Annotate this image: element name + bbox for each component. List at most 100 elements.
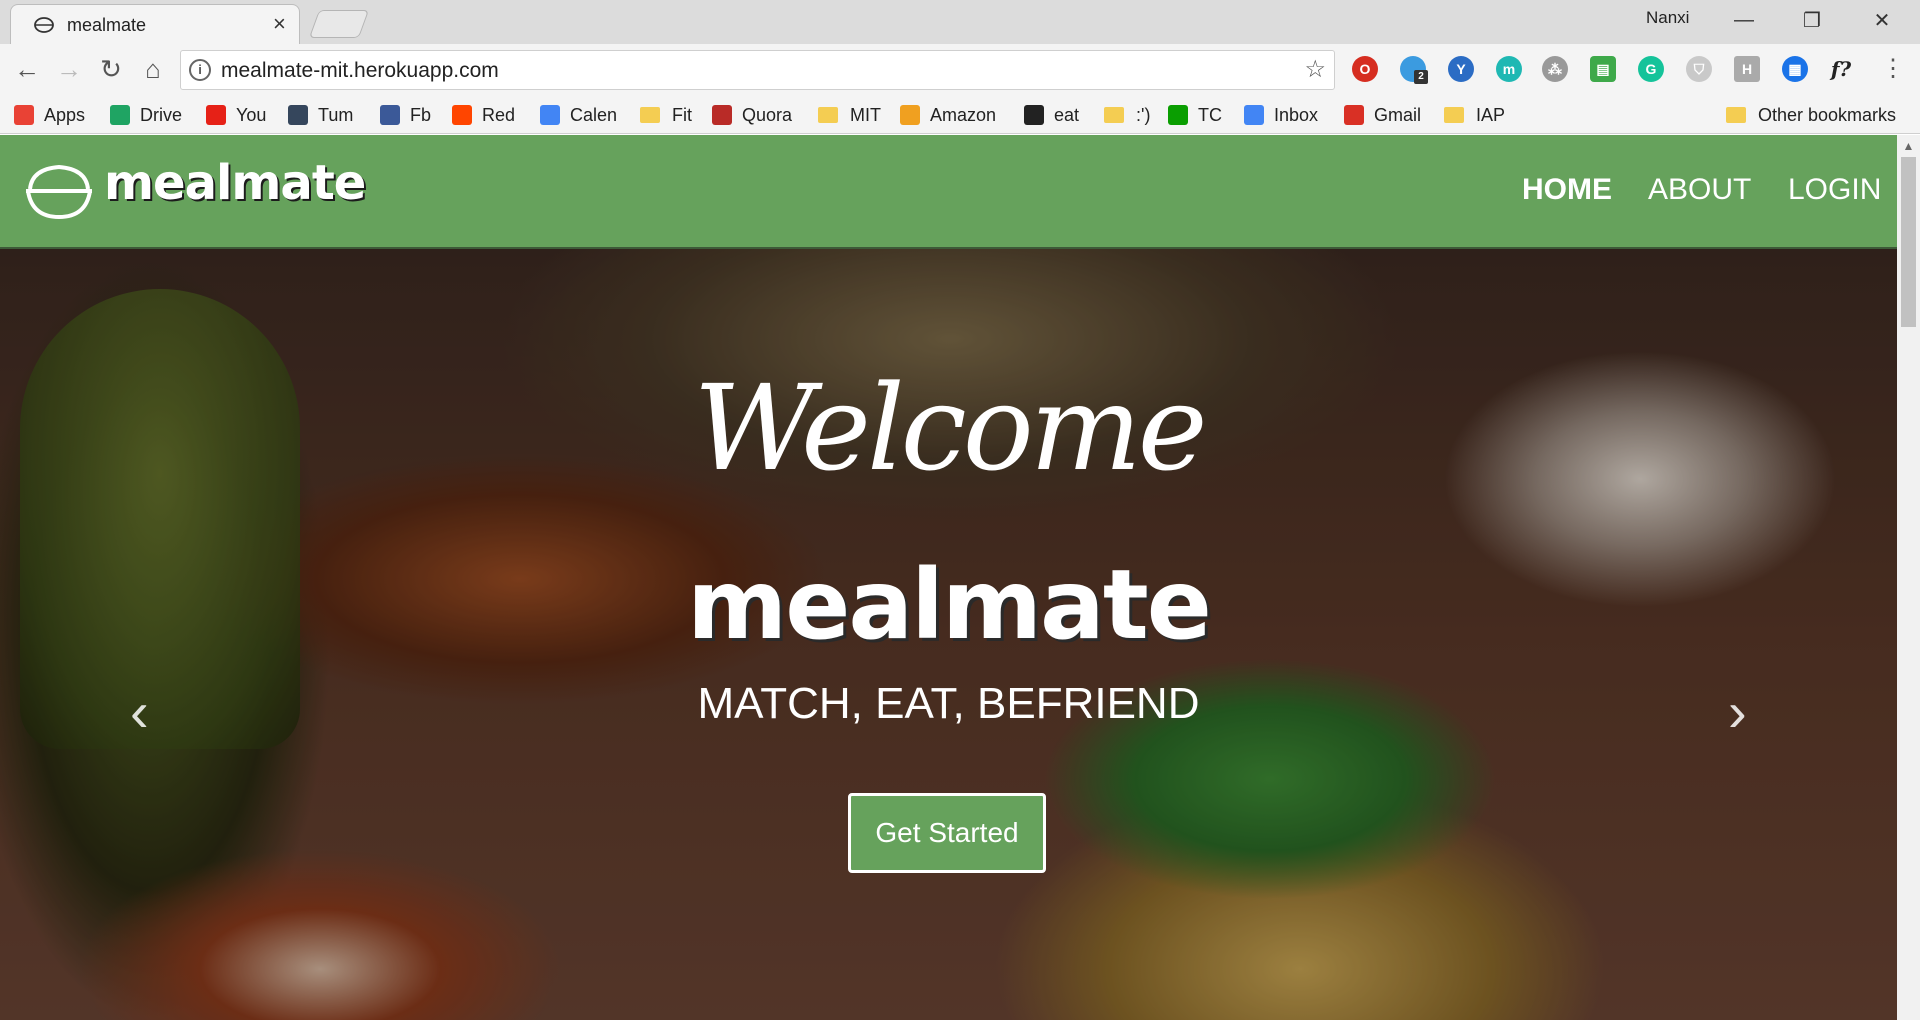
bookmark-item[interactable]: Apps bbox=[14, 102, 85, 128]
bookmark-label: Fit bbox=[672, 104, 692, 125]
forward-icon[interactable]: → bbox=[52, 54, 86, 85]
bowl-logo-icon[interactable] bbox=[22, 159, 96, 223]
close-window-icon[interactable]: ✕ bbox=[1852, 0, 1912, 40]
print-extension-icon[interactable]: ▤ bbox=[1590, 56, 1616, 82]
menu-dots-icon[interactable]: ⋮ bbox=[1876, 54, 1910, 83]
bookmark-label: eat bbox=[1054, 104, 1080, 125]
address-bar[interactable]: i mealmate-mit.herokuapp.com ☆ bbox=[180, 50, 1335, 90]
folder-icon bbox=[640, 107, 660, 123]
bookmark-item[interactable]: You bbox=[206, 102, 266, 128]
bookmark-item[interactable]: Fb bbox=[380, 102, 431, 128]
tab-title: mealmate bbox=[67, 15, 147, 35]
back-icon[interactable]: ← bbox=[10, 54, 44, 85]
quora-icon bbox=[712, 105, 732, 125]
gmail-icon bbox=[1344, 105, 1364, 125]
fork-knife-icon bbox=[1024, 105, 1044, 125]
nav-about[interactable]: ABOUT bbox=[1648, 173, 1751, 207]
reddit-icon bbox=[452, 105, 472, 125]
bookmark-label: Apps bbox=[44, 104, 86, 125]
bookmark-label: Gmail bbox=[1374, 104, 1422, 125]
folder-icon bbox=[1444, 107, 1464, 123]
bookmark-label: Tum bbox=[318, 104, 354, 125]
calendar-icon bbox=[540, 105, 560, 125]
bookmark-label: :') bbox=[1136, 104, 1151, 125]
bookmark-star-icon[interactable]: ☆ bbox=[1304, 55, 1326, 84]
profile-name[interactable]: Nanxi bbox=[1646, 8, 1689, 28]
bookmark-label: Red bbox=[482, 104, 516, 125]
bookmark-item[interactable]: IAP bbox=[1444, 102, 1505, 128]
bookmark-label: Amazon bbox=[930, 104, 997, 125]
shield-extension-icon[interactable]: ⛉ bbox=[1686, 56, 1712, 82]
font-extension-icon[interactable]: f? bbox=[1828, 56, 1854, 82]
bookmark-label: You bbox=[236, 104, 267, 125]
other-bookmarks[interactable]: Other bookmarks bbox=[1726, 102, 1896, 128]
bookmark-item[interactable]: Fit bbox=[640, 102, 692, 128]
hero-tagline: MATCH, EAT, BEFRIEND bbox=[697, 679, 1200, 728]
nav-home[interactable]: HOME bbox=[1522, 173, 1612, 207]
bookmark-item[interactable]: Red bbox=[452, 102, 515, 128]
bookmark-label: Drive bbox=[140, 104, 183, 125]
site-navbar: mealmate HOME ABOUT LOGIN bbox=[0, 135, 1897, 249]
bookmark-item[interactable]: Amazon bbox=[900, 102, 996, 128]
info-icon[interactable]: i bbox=[189, 59, 211, 81]
bookmark-item[interactable]: Quora bbox=[712, 102, 792, 128]
calendar-extension-icon[interactable]: ▦ bbox=[1782, 56, 1808, 82]
bookmark-label: Quora bbox=[742, 104, 793, 125]
bookmark-item[interactable]: eat bbox=[1024, 102, 1079, 128]
folder-icon bbox=[1104, 107, 1124, 123]
browser-tab[interactable]: mealmate × bbox=[10, 4, 300, 44]
apps-grid-icon bbox=[14, 105, 34, 125]
page-scrollbar[interactable]: ▲ bbox=[1897, 135, 1920, 1020]
browser-toolbar: ← → ↻ ⌂ i mealmate-mit.herokuapp.com ☆ O… bbox=[0, 44, 1920, 96]
drive-icon bbox=[110, 105, 130, 125]
bookmark-item[interactable]: Inbox bbox=[1244, 102, 1318, 128]
tab-close-icon[interactable]: × bbox=[273, 11, 286, 37]
opera-extension-icon[interactable]: O bbox=[1352, 56, 1378, 82]
nav-login[interactable]: LOGIN bbox=[1788, 173, 1881, 207]
folder-icon bbox=[818, 107, 838, 123]
tumblr-icon bbox=[288, 105, 308, 125]
bookmark-label: MIT bbox=[850, 104, 881, 125]
m-extension-icon[interactable]: m bbox=[1496, 56, 1522, 82]
browser-titlebar: mealmate × Nanxi — ❐ ✕ bbox=[0, 0, 1920, 44]
youtube-icon bbox=[206, 105, 226, 125]
reload-icon[interactable]: ↻ bbox=[94, 54, 128, 85]
puzzle-extension-icon[interactable]: ⁂ bbox=[1542, 56, 1568, 82]
extension-badge: 2 bbox=[1414, 70, 1428, 84]
scroll-up-icon[interactable]: ▲ bbox=[1897, 139, 1920, 153]
h-extension-icon[interactable]: H bbox=[1734, 56, 1760, 82]
carousel-next-icon[interactable]: › bbox=[1728, 679, 1747, 744]
restore-icon[interactable]: ❐ bbox=[1782, 0, 1842, 40]
bookmark-label: TC bbox=[1198, 104, 1222, 125]
hero-carousel: Welcome mealmate MATCH, EAT, BEFRIEND Ge… bbox=[0, 249, 1897, 1020]
inbox-icon bbox=[1244, 105, 1264, 125]
home-icon[interactable]: ⌂ bbox=[136, 54, 170, 85]
bookmark-item[interactable]: Tum bbox=[288, 102, 353, 128]
url-text[interactable]: mealmate-mit.herokuapp.com bbox=[221, 59, 499, 83]
site-logo-text[interactable]: mealmate bbox=[104, 155, 366, 211]
facebook-icon bbox=[380, 105, 400, 125]
bowl-favicon-icon bbox=[34, 17, 54, 33]
bookmark-item[interactable]: TC bbox=[1168, 102, 1222, 128]
techcrunch-icon bbox=[1168, 105, 1188, 125]
minimize-icon[interactable]: — bbox=[1714, 0, 1774, 40]
grammarly-extension-icon[interactable]: G bbox=[1638, 56, 1664, 82]
ghost-extension-icon[interactable]: 2 bbox=[1400, 56, 1428, 84]
bookmark-item[interactable]: Calen bbox=[540, 102, 617, 128]
bookmark-label: Fb bbox=[410, 104, 432, 125]
bookmarks-bar: Other bookmarks Apps Drive You Tum Fb Red Cale… bbox=[0, 96, 1920, 134]
hero-welcome: Welcome bbox=[693, 359, 1207, 497]
new-tab-button[interactable] bbox=[308, 10, 370, 38]
bookmark-label: Calen bbox=[570, 104, 618, 125]
get-started-button[interactable]: Get Started bbox=[848, 793, 1046, 873]
hero-brand: mealmate bbox=[687, 549, 1212, 661]
scroll-thumb[interactable] bbox=[1901, 157, 1916, 327]
bookmark-item[interactable]: MIT bbox=[818, 102, 881, 128]
vimium-extension-icon[interactable]: Y bbox=[1448, 56, 1474, 82]
bookmark-item[interactable]: Gmail bbox=[1344, 102, 1421, 128]
carousel-prev-icon[interactable]: ‹ bbox=[130, 679, 149, 744]
bookmark-label: Inbox bbox=[1274, 104, 1319, 125]
bookmark-item[interactable]: :') bbox=[1104, 102, 1150, 128]
folder-icon bbox=[1726, 107, 1746, 123]
bookmark-item[interactable]: Drive bbox=[110, 102, 182, 128]
